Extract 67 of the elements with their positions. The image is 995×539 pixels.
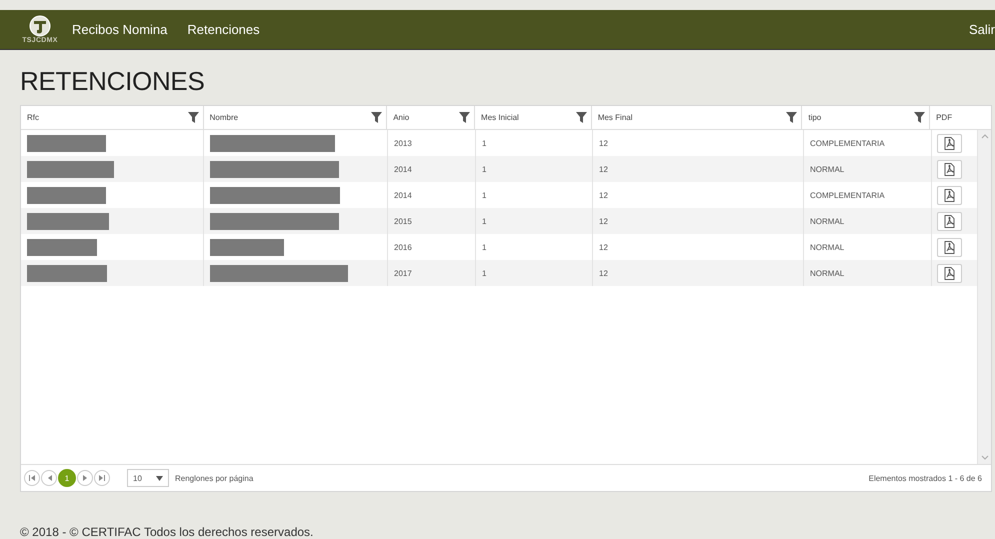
pdf-icon [944,162,955,176]
next-page-button[interactable] [77,470,93,486]
filter-icon[interactable] [786,112,798,123]
table-cell: NORMAL [810,164,844,174]
pdf-icon [944,188,955,202]
table-cell: 1 [482,216,486,226]
table-cell: 1 [482,242,486,252]
first-page-button[interactable] [24,470,40,486]
column-header[interactable]: Nombre [210,113,238,122]
page-title: RETENCIONES [20,66,206,97]
pdf-button[interactable] [937,160,962,178]
nav-link[interactable]: Retenciones [187,18,260,41]
column-header[interactable]: Anio [393,113,410,122]
filter-icon[interactable] [371,112,382,123]
nav-link[interactable]: Recibos Nomina [72,18,168,41]
table-cell: 12 [599,164,608,174]
filter-icon[interactable] [576,112,587,123]
table-cell: 2014 [394,190,412,200]
previous-page-button[interactable] [41,470,57,486]
table-cell: 12 [599,242,608,252]
previous-page-icon [46,475,52,481]
last-page-icon [98,475,106,481]
table-cell: COMPLEMENTARIA [810,138,885,148]
pdf-icon [944,266,955,280]
table-cell: 1 [482,138,486,148]
column-header[interactable]: tipo [808,113,822,122]
page-size-dropdown[interactable]: 10 [127,469,169,487]
column-header[interactable]: Mes Final [598,113,632,122]
pdf-button[interactable] [937,212,962,230]
table-cell: 12 [599,216,608,226]
table-cell: COMPLEMENTARIA [810,190,885,200]
next-page-icon [82,475,88,481]
footer-text: © 2018 - © CERTIFAC Todos los derechos reservados. [20,525,314,539]
last-page-button[interactable] [94,470,110,486]
column-header[interactable]: PDF [936,113,952,122]
column-header[interactable]: Mes Inicial [481,113,519,122]
pdf-button[interactable] [937,134,962,152]
table-cell: 12 [599,138,608,148]
column-header[interactable]: Rfc [27,113,39,122]
pdf-button[interactable] [937,238,962,256]
page-size-label: Renglones por página [175,474,254,482]
table-cell: 2013 [394,138,412,148]
table-cell: NORMAL [810,242,844,252]
table-cell: 1 [482,268,486,278]
caret-icon [156,476,163,480]
first-page-icon [28,475,36,481]
logout-link[interactable]: Salir [968,18,995,41]
items-summary: Elementos mostrados 1 - 6 de 6 [868,474,983,482]
filter-icon[interactable] [459,112,470,123]
table-cell: 2017 [394,268,412,278]
filter-icon[interactable] [914,112,926,123]
table-cell: 2015 [394,216,412,226]
table-cell: 2016 [394,242,412,252]
pdf-button[interactable] [937,264,962,282]
pdf-button[interactable] [937,186,962,204]
table-cell: NORMAL [810,216,844,226]
table-cell: 1 [482,190,486,200]
pdf-icon [944,240,955,254]
filter-icon[interactable] [188,112,199,123]
table-cell: 12 [599,190,608,200]
table-cell: 1 [482,164,486,174]
logo-icon [29,15,51,37]
table-cell: 2014 [394,164,412,174]
table-cell: NORMAL [810,268,844,278]
pdf-icon [944,214,955,228]
table-cell: 12 [599,268,608,278]
pdf-icon [944,136,955,150]
